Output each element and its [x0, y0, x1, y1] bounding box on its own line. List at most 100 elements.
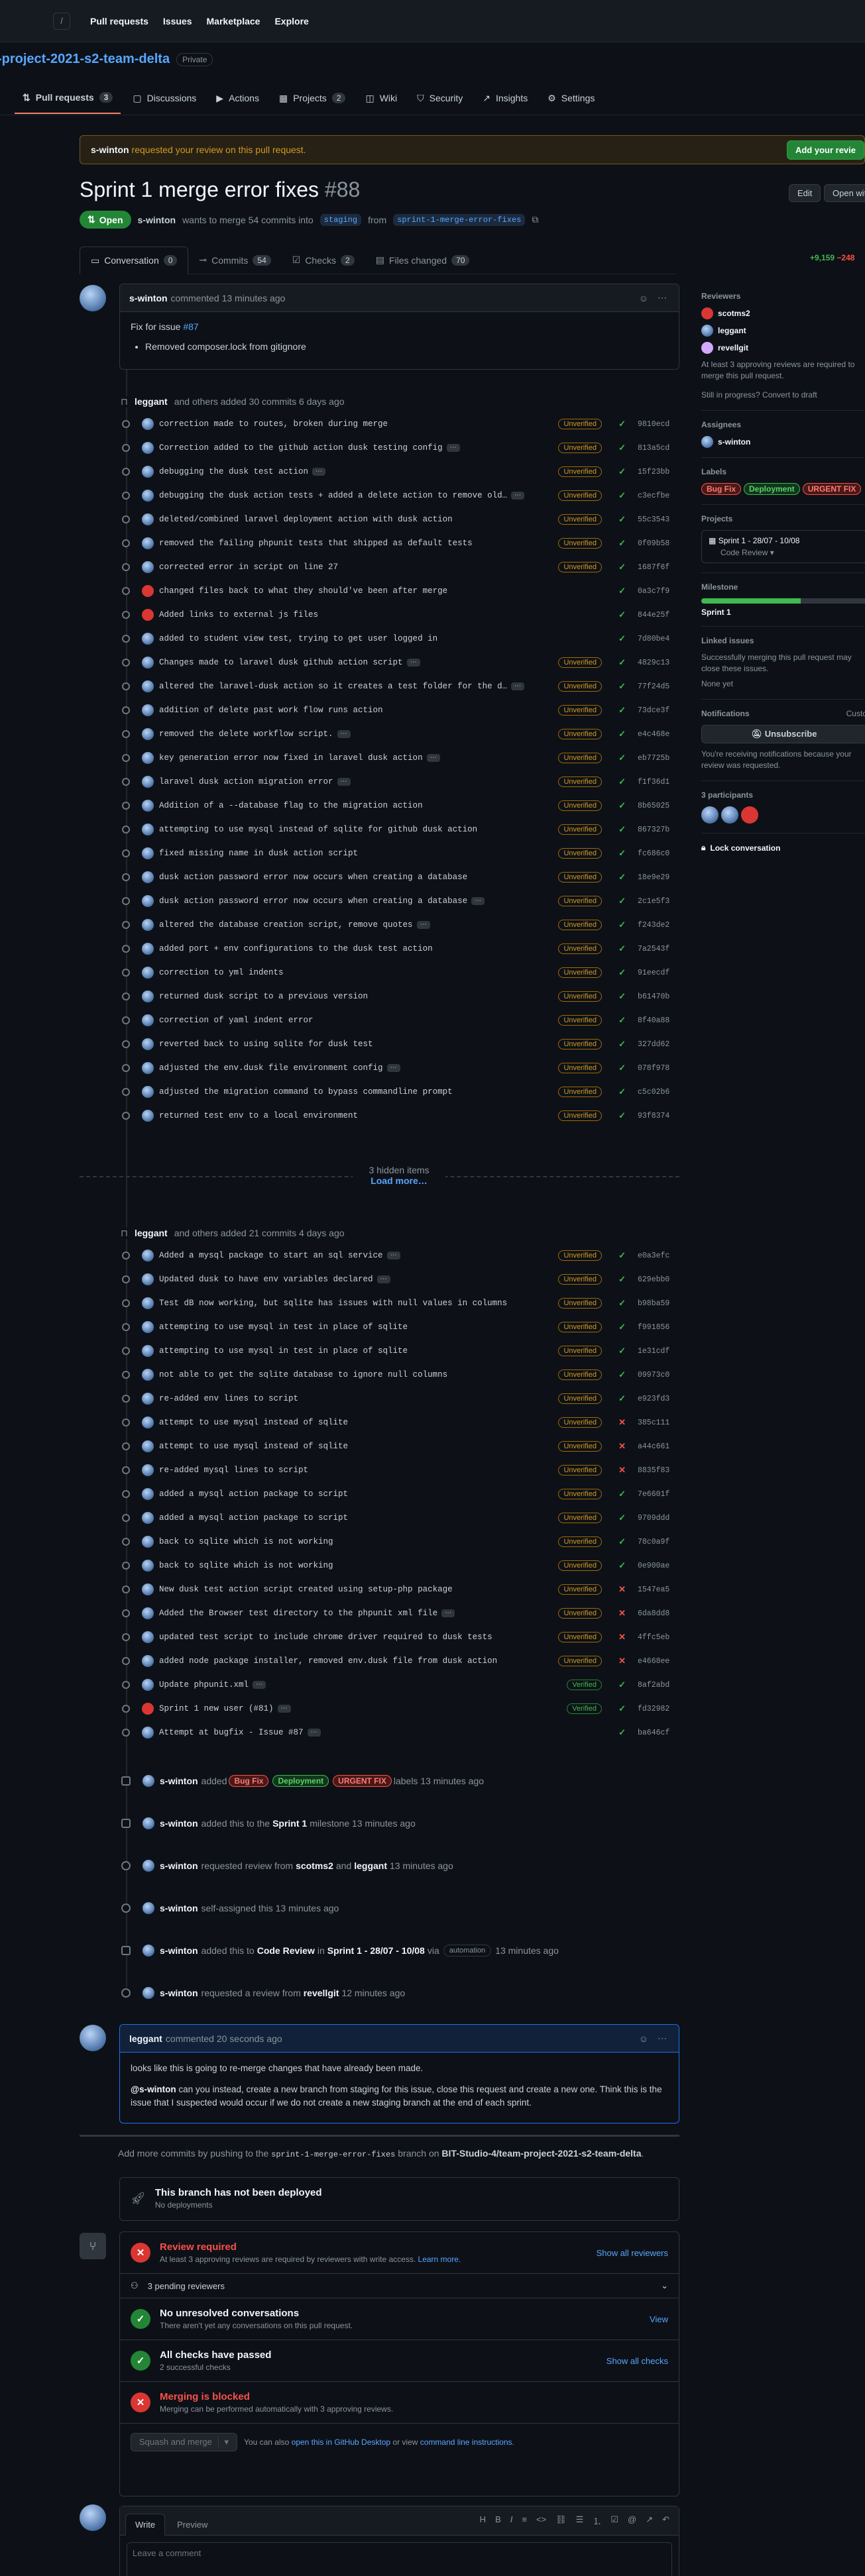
verification-badge[interactable]: Unverified	[558, 1656, 602, 1666]
commit-sha[interactable]: b98ba59	[638, 1299, 676, 1308]
avatar[interactable]	[142, 680, 154, 692]
verification-badge[interactable]: Verified	[567, 1703, 602, 1714]
avatar[interactable]	[143, 1902, 154, 1914]
commit-message[interactable]: Sprint 1 new user (#81)	[159, 1704, 274, 1713]
verification-badge[interactable]: Unverified	[558, 1369, 602, 1380]
commit-message[interactable]: added a mysql action package to script	[159, 1513, 348, 1523]
nav-pull-requests[interactable]: Pull requests	[90, 16, 148, 27]
commit-sha[interactable]: 7a2543f	[638, 945, 676, 953]
nav-issues[interactable]: Issues	[163, 16, 192, 27]
avatar[interactable]	[142, 1110, 154, 1122]
tab-write[interactable]: Write	[125, 2514, 166, 2536]
check-icon[interactable]: ✓	[618, 610, 626, 620]
commit-message[interactable]: attempt to use mysql instead of sqlite	[159, 1442, 348, 1451]
expand-message-button[interactable]: ⋯	[416, 921, 430, 929]
reviewer-link[interactable]: leggant	[354, 1860, 387, 1871]
commit-message[interactable]: Correction added to the github action du…	[159, 443, 443, 453]
commit-message[interactable]: Updated dusk to have env variables decla…	[159, 1275, 373, 1284]
expand-message-button[interactable]: ⋯	[446, 444, 460, 452]
expand-message-button[interactable]: ⋯	[511, 492, 525, 500]
github-desktop-link[interactable]: open this in GitHub Desktop	[292, 2438, 390, 2447]
tab-preview[interactable]: Preview	[168, 2514, 217, 2535]
x-icon[interactable]: ✕	[618, 1584, 626, 1595]
verification-badge[interactable]: Unverified	[558, 419, 602, 429]
learn-more-link[interactable]: Learn more.	[418, 2255, 461, 2264]
commit-sha[interactable]: 78c0a9f	[638, 1538, 676, 1546]
copy-icon[interactable]: ⧉	[532, 214, 538, 225]
verification-badge[interactable]: Unverified	[558, 1536, 602, 1547]
avatar[interactable]	[142, 1536, 154, 1548]
issue-link[interactable]: #87	[183, 321, 198, 332]
avatar[interactable]	[143, 1817, 154, 1829]
avatar[interactable]	[142, 1393, 154, 1405]
avatar[interactable]	[741, 806, 758, 824]
x-icon[interactable]: ✕	[618, 1441, 626, 1452]
verification-badge[interactable]: Verified	[567, 1680, 602, 1690]
commit-message[interactable]: deleted/combined laravel deployment acti…	[159, 515, 453, 524]
check-icon[interactable]: ✓	[618, 777, 626, 787]
verification-badge[interactable]: Unverified	[558, 1087, 602, 1097]
kebab-icon[interactable]: ⋯	[658, 292, 667, 303]
tab-conversation[interactable]: ▭ Conversation 0	[80, 246, 189, 274]
check-icon[interactable]: ✓	[618, 1560, 626, 1571]
commit-message[interactable]: changed files back to what they should'v…	[159, 586, 447, 596]
check-icon[interactable]: ✓	[618, 943, 626, 954]
check-icon[interactable]: ✓	[618, 1322, 626, 1332]
check-icon[interactable]: ✓	[618, 1250, 626, 1261]
check-icon[interactable]: ✓	[618, 967, 626, 978]
commit-message[interactable]: back to sqlite which is not working	[159, 1561, 333, 1570]
check-icon[interactable]: ✓	[618, 1274, 626, 1285]
commit-sha[interactable]: 1687f6f	[638, 563, 676, 572]
verification-badge[interactable]: Unverified	[558, 729, 602, 739]
avatar[interactable]	[142, 1321, 154, 1333]
commit-message[interactable]: added to student view test, trying to ge…	[159, 634, 437, 643]
tab-settings[interactable]: ⚙ Settings	[540, 82, 603, 114]
verification-badge[interactable]: Unverified	[558, 1039, 602, 1049]
label-urgent-fix[interactable]: URGENT FIX	[802, 483, 862, 495]
commit-message[interactable]: Update phpunit.xml	[159, 1680, 249, 1690]
commit-sha[interactable]: 09973c0	[638, 1371, 676, 1379]
verification-badge[interactable]: Unverified	[558, 1110, 602, 1121]
tab-actions[interactable]: ▶ Actions	[208, 82, 267, 114]
commit-sha[interactable]: a44c661	[638, 1442, 676, 1451]
commit-sha[interactable]: 385c111	[638, 1419, 676, 1427]
check-icon[interactable]: ✓	[618, 1346, 626, 1356]
commit-message[interactable]: correction of yaml indent error	[159, 1016, 314, 1025]
commit-sha[interactable]: 4829c13	[638, 659, 676, 667]
convert-draft-link[interactable]: Still in progress? Convert to draft	[701, 390, 865, 401]
commit-sha[interactable]: 93f8374	[638, 1112, 676, 1120]
check-icon[interactable]: ✓	[618, 1727, 626, 1738]
nav-explore[interactable]: Explore	[274, 16, 308, 27]
check-icon[interactable]: ✓	[618, 824, 626, 835]
avatar[interactable]	[142, 1607, 154, 1619]
group-author[interactable]: leggant	[135, 396, 168, 407]
avatar[interactable]	[142, 728, 154, 740]
commit-message[interactable]: Added links to external js files	[159, 610, 318, 619]
comment-author[interactable]: s-winton	[129, 293, 168, 303]
reviewer-item[interactable]: scotms2	[701, 307, 865, 319]
avatar[interactable]	[142, 991, 154, 1002]
commit-sha[interactable]: e923fd3	[638, 1395, 676, 1403]
verification-badge[interactable]: Unverified	[558, 753, 602, 763]
check-icon[interactable]: ✓	[618, 1513, 626, 1523]
commit-message[interactable]: addition of delete past work flow runs a…	[159, 706, 383, 715]
label-deployment[interactable]: Deployment	[272, 1775, 329, 1787]
check-icon[interactable]: ✓	[618, 1063, 626, 1073]
commit-message[interactable]: altered the laravel-dusk action so it cr…	[159, 682, 507, 691]
avatar[interactable]	[142, 1488, 154, 1500]
avatar[interactable]	[142, 704, 154, 716]
commit-sha[interactable]: 0f09b58	[638, 539, 676, 548]
commit-message[interactable]: attempt to use mysql instead of sqlite	[159, 1418, 348, 1427]
commit-sha[interactable]: f1f36d1	[638, 778, 676, 786]
load-more-link[interactable]: Load more…	[371, 1175, 428, 1186]
reviewer-link[interactable]: revellgit	[304, 1988, 339, 1998]
squash-merge-button[interactable]: Squash and merge ▾	[131, 2433, 238, 2451]
commit-message[interactable]: correction to yml indents	[159, 968, 284, 977]
check-icon[interactable]: ✓	[618, 1298, 626, 1309]
kebab-icon[interactable]: ⋯	[658, 2033, 667, 2044]
commit-sha[interactable]: 0a3c7f9	[638, 587, 676, 596]
avatar[interactable]	[143, 1945, 154, 1957]
check-icon[interactable]: ✓	[618, 800, 626, 811]
label-bug-fix[interactable]: Bug Fix	[701, 483, 741, 495]
check-icon[interactable]: ✓	[618, 896, 626, 906]
